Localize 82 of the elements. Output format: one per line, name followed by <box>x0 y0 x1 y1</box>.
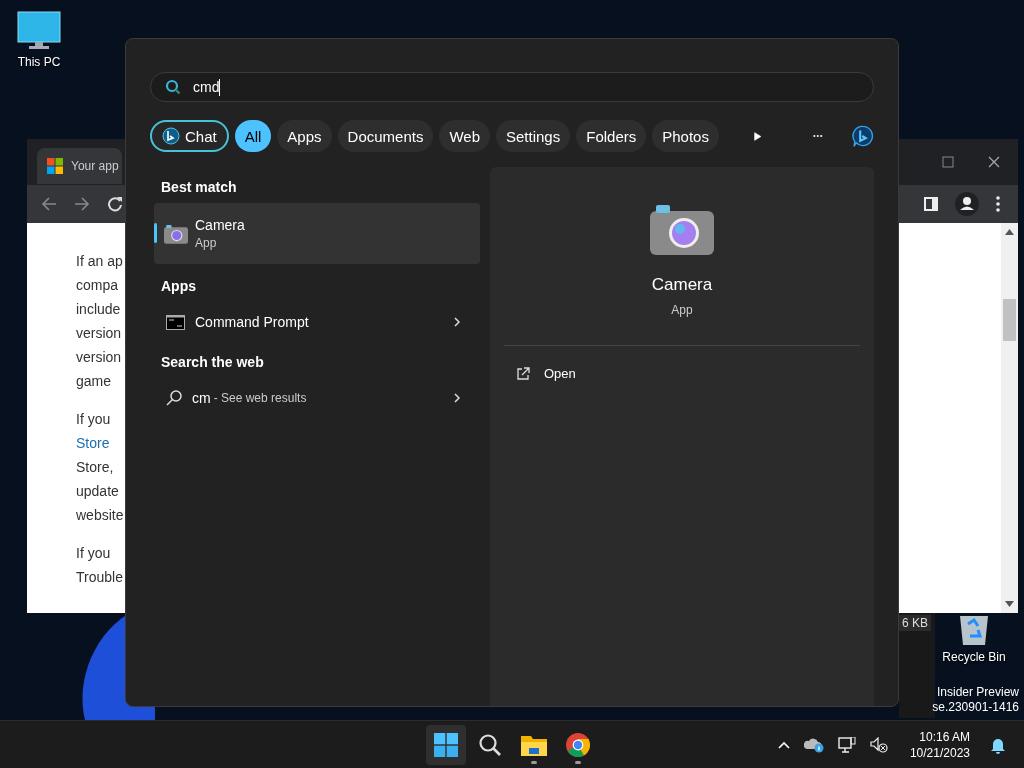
result-item[interactable]: Command Prompt <box>154 302 480 342</box>
text-line: version <box>76 324 122 343</box>
text-line: compa <box>76 276 119 295</box>
app-name: Camera <box>651 275 713 295</box>
text-line: If an ap <box>76 252 123 271</box>
link[interactable]: Store <box>76 431 110 455</box>
windows-logo-icon <box>47 158 63 174</box>
chevron-icon <box>454 317 460 327</box>
maximize-icon[interactable] <box>942 156 954 168</box>
start-button[interactable] <box>426 725 466 765</box>
text-line: update <box>76 482 119 501</box>
more-icon[interactable] <box>813 134 824 138</box>
open-external-icon <box>516 366 530 381</box>
clock-date: 10/21/2023 <box>909 745 970 761</box>
text-line: website <box>76 506 124 525</box>
close-icon[interactable] <box>988 156 1000 168</box>
text-line: include <box>76 300 121 319</box>
open-action[interactable]: Open <box>516 366 576 381</box>
play-icon[interactable] <box>753 129 762 143</box>
section-heading: Apps <box>161 278 197 294</box>
chevron-icon <box>454 393 460 403</box>
filter-tab[interactable]: Web <box>439 120 490 152</box>
search-text: cmd <box>193 79 220 95</box>
speaker-muted-icon[interactable] <box>869 737 888 753</box>
browser-tab[interactable]: Your app <box>37 148 122 184</box>
terminal-icon <box>166 314 185 330</box>
scroll-down-icon[interactable] <box>1005 601 1014 607</box>
filter-tab[interactable]: Documents <box>337 120 434 152</box>
result-item[interactable]: cm - See web results <box>154 378 480 418</box>
filter-tab[interactable]: Photos <box>652 120 719 152</box>
clock[interactable]: 10:16 AM 10/21/2023 <box>909 729 970 761</box>
desktop-icon-label[interactable]: This PC <box>17 55 61 69</box>
section-heading: Best match <box>161 179 238 195</box>
text-line: version <box>76 348 122 367</box>
scrollbar-thumb[interactable] <box>1003 299 1016 341</box>
chat-button[interactable]: Chat <box>150 120 229 152</box>
tab-title: Your app <box>71 159 119 173</box>
text-line: game <box>76 372 112 391</box>
sidebar-icon[interactable] <box>924 197 938 211</box>
chrome-icon <box>566 733 590 757</box>
cloud-icon[interactable] <box>803 737 824 753</box>
web-results-label: - See web results <box>213 391 307 405</box>
web-query: cm <box>192 390 211 406</box>
search-icon <box>165 79 181 95</box>
folder-icon <box>521 734 547 756</box>
reload-icon[interactable] <box>107 196 123 212</box>
chevron-up-icon[interactable] <box>777 741 790 749</box>
search-field[interactable]: cmd <box>150 72 874 102</box>
app-type: App <box>671 303 693 317</box>
network-icon[interactable] <box>837 737 856 753</box>
desktop-icon-label[interactable]: Recycle Bin <box>942 650 1006 664</box>
profile-icon[interactable] <box>955 192 979 216</box>
section-heading: Search the web <box>161 354 265 370</box>
chat-icon <box>162 127 180 145</box>
watermark-text: se.230901-1416 <box>932 700 1019 715</box>
search-icon <box>478 733 502 757</box>
windows-icon <box>434 733 458 757</box>
result-item[interactable]: Camera App <box>154 203 480 264</box>
filter-tab[interactable]: Apps <box>277 120 332 152</box>
camera-icon <box>164 223 188 244</box>
scroll-up-icon[interactable] <box>1005 229 1014 235</box>
text-line: Store, <box>76 458 114 477</box>
result-name: Camera <box>195 217 245 233</box>
result-type: App <box>195 236 218 250</box>
menu-icon[interactable] <box>996 196 1000 212</box>
monitor-icon[interactable] <box>17 11 61 51</box>
file-size: 6 KB <box>899 615 931 631</box>
filter-tab[interactable]: Folders <box>576 120 647 152</box>
filter-tab[interactable]: All <box>234 120 272 152</box>
filter-tab[interactable]: Settings <box>496 120 571 152</box>
camera-icon <box>650 203 714 255</box>
watermark-text: Insider Preview <box>936 685 1019 700</box>
scrollbar[interactable] <box>1001 223 1018 613</box>
clock-time: 10:16 AM <box>919 729 970 745</box>
text-line: Trouble <box>76 568 123 587</box>
search-icon <box>166 390 182 406</box>
text-line: If you <box>76 410 111 429</box>
back-icon[interactable] <box>41 196 57 212</box>
result-name: Command Prompt <box>195 314 309 330</box>
text-line: If you <box>76 544 111 563</box>
forward-icon[interactable] <box>74 196 90 212</box>
bell-icon[interactable] <box>990 736 1006 754</box>
